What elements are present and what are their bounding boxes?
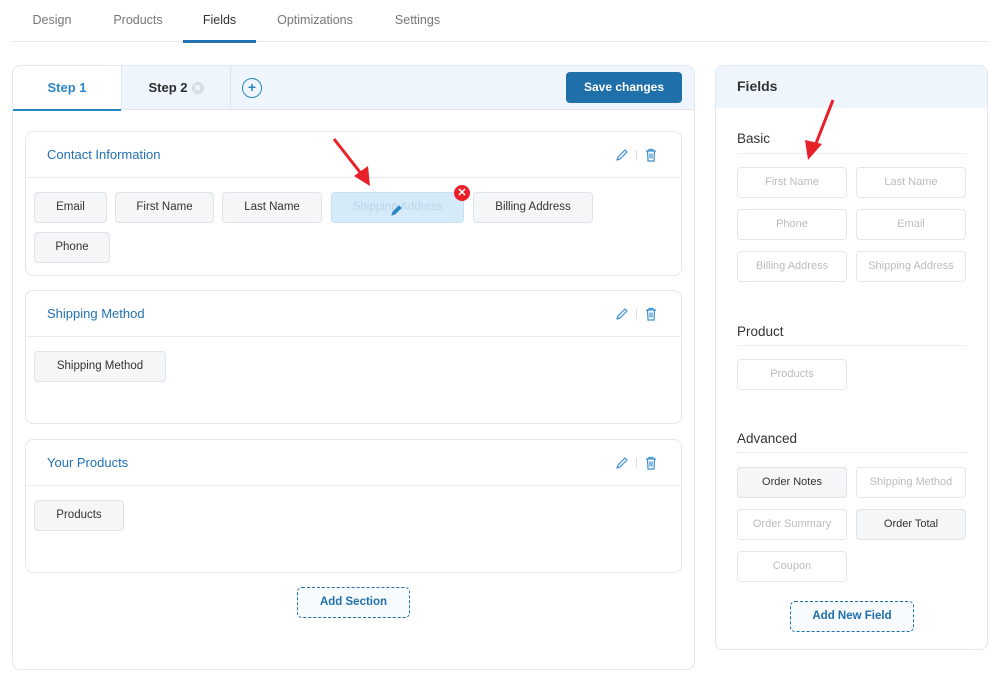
field-chip-shipping-address[interactable]: Shipping Address (331, 192, 464, 223)
divider (737, 345, 967, 346)
pencil-icon[interactable] (614, 147, 630, 163)
save-changes-button[interactable]: Save changes (566, 72, 682, 103)
field-chip-email[interactable]: Email (34, 192, 107, 223)
step-tab-2[interactable]: Step 2 ✕ (121, 66, 231, 110)
remove-field-icon[interactable]: ✕ (454, 185, 470, 201)
step-tab-1[interactable]: Step 1 (13, 66, 121, 111)
step-tabs-bar: Step 1 Step 2 ✕ + Save changes (13, 66, 694, 111)
trash-icon[interactable] (643, 147, 659, 163)
field-chip-billing-address[interactable]: Billing Address (473, 192, 593, 223)
tab-optimizations[interactable]: Optimizations (276, 0, 354, 42)
field-chip-products[interactable]: Products (34, 500, 124, 531)
section-header: Contact Information (26, 132, 681, 178)
library-field-products[interactable]: Products (737, 359, 847, 390)
section-actions (614, 146, 659, 164)
field-chip-phone[interactable]: Phone (34, 232, 110, 263)
pencil-icon[interactable] (390, 200, 404, 229)
library-field-billing-address[interactable]: Billing Address (737, 251, 847, 282)
library-field-first-name[interactable]: First Name (737, 167, 847, 198)
add-step-button[interactable]: + (242, 78, 262, 98)
step-tab-label: Step 2 (148, 80, 188, 95)
field-chip-shipping-method[interactable]: Shipping Method (34, 351, 166, 382)
library-field-coupon[interactable]: Coupon (737, 551, 847, 582)
group-title-advanced: Advanced (737, 431, 798, 446)
library-field-order-total[interactable]: Order Total (856, 509, 966, 540)
section-shipping-method: Shipping Method Shipping Method (25, 290, 682, 424)
pencil-icon[interactable] (614, 455, 630, 471)
section-header: Your Products (26, 440, 681, 486)
section-your-products: Your Products Products (25, 439, 682, 573)
library-field-shipping-address[interactable]: Shipping Address (856, 251, 966, 282)
tab-products[interactable]: Products (110, 0, 166, 42)
section-header: Shipping Method (26, 291, 681, 337)
field-library-header: Fields (716, 66, 987, 108)
top-nav-tabs: Design Products Fields Optimizations Set… (12, 0, 988, 43)
action-divider (636, 150, 637, 160)
field-library-title: Fields (737, 78, 778, 94)
pencil-icon[interactable] (614, 306, 630, 322)
section-contact-information: Contact Information Email First Name Las… (25, 131, 682, 327)
plus-circle-icon: + (247, 79, 257, 95)
tab-design[interactable]: Design (32, 0, 72, 42)
library-field-order-notes[interactable]: Order Notes (737, 467, 847, 498)
library-field-order-summary[interactable]: Order Summary (737, 509, 847, 540)
action-divider (636, 309, 637, 319)
library-field-phone[interactable]: Phone (737, 209, 847, 240)
action-divider (636, 458, 637, 468)
section-actions (614, 454, 659, 472)
group-title-basic: Basic (737, 131, 771, 146)
add-new-field-button[interactable]: Add New Field (790, 601, 914, 632)
trash-icon[interactable] (643, 455, 659, 471)
field-library-panel: Fields Basic First Name Last Name Phone … (715, 65, 988, 650)
add-section-button[interactable]: Add Section (297, 587, 410, 618)
remove-step-icon[interactable]: ✕ (191, 81, 204, 94)
divider (737, 452, 967, 453)
field-chip-last-name[interactable]: Last Name (222, 192, 322, 223)
library-field-email[interactable]: Email (856, 209, 966, 240)
section-title[interactable]: Shipping Method (47, 291, 145, 337)
library-field-shipping-method[interactable]: Shipping Method (856, 467, 966, 498)
library-field-last-name[interactable]: Last Name (856, 167, 966, 198)
trash-icon[interactable] (643, 306, 659, 322)
group-title-product: Product (737, 324, 784, 339)
step-tab-label: Step 1 (47, 80, 87, 95)
field-chip-first-name[interactable]: First Name (115, 192, 214, 223)
section-actions (614, 305, 659, 323)
step-editor-panel: Step 1 Step 2 ✕ + Save changes Contact In… (12, 65, 695, 670)
tab-settings[interactable]: Settings (394, 0, 441, 42)
divider (737, 153, 967, 154)
section-title[interactable]: Contact Information (47, 132, 160, 178)
section-title[interactable]: Your Products (47, 440, 128, 486)
tab-fields[interactable]: Fields (183, 0, 256, 43)
